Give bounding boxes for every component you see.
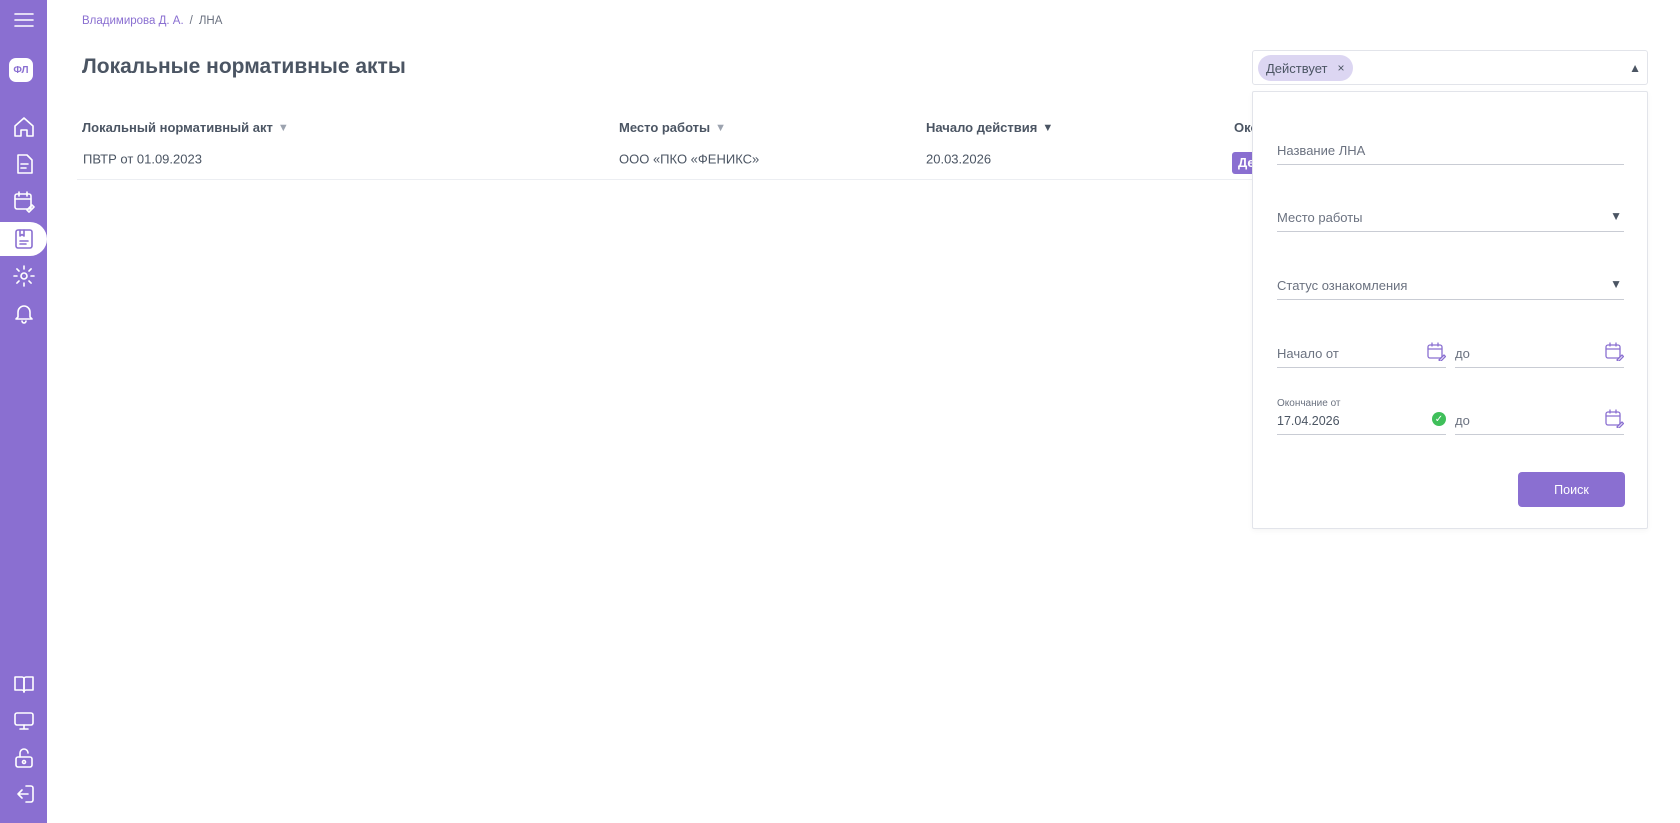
end-to-label: до [1455,413,1470,428]
page-title: Локальные нормативные акты [82,55,406,78]
chevron-down-icon[interactable]: ▼ [1610,209,1622,223]
acknowledgement-status-label: Статус ознакомления [1277,278,1408,293]
menu-icon[interactable] [0,2,47,38]
filter-panel: Место работы ▼ Статус ознакомления ▼ Нач… [1252,91,1648,529]
monitor-icon[interactable] [0,703,47,739]
chevron-down-icon[interactable]: ▼ [1610,277,1622,291]
search-button[interactable]: Поиск [1518,472,1625,507]
home-icon[interactable] [0,109,47,145]
cell-start: 20.03.2026 [926,151,992,167]
sort-down-icon: ▼ [715,121,727,134]
sort-down-icon: ▼ [277,121,289,134]
calendar-edit-icon[interactable] [0,183,47,219]
column-header-act[interactable]: Локальный нормативный акт ▼ [82,120,289,135]
end-to-field[interactable]: до [1455,401,1625,435]
name-field[interactable] [1277,131,1624,165]
end-from-value[interactable]: 17.04.2026 [1277,414,1340,428]
sort-down-icon: ▼ [1042,121,1054,134]
calendar-icon[interactable] [1604,408,1625,430]
column-header-label: Место работы [619,120,711,135]
bell-icon[interactable] [0,295,47,331]
calendar-icon[interactable] [1604,341,1625,363]
start-from-label: Начало от [1277,346,1339,361]
cell-workplace: ООО «ПКО «ФЕНИКС» [619,151,760,167]
chevron-up-icon[interactable]: ▲ [1629,61,1641,75]
start-from-field[interactable]: Начало от [1277,334,1447,368]
close-icon[interactable]: × [1337,61,1344,75]
logout-icon[interactable] [0,776,47,812]
start-to-label: до [1455,346,1470,361]
workplace-select-label: Место работы [1277,210,1363,225]
status-tag-label: Действует [1266,60,1328,76]
status-filter-select[interactable]: Действует × ▲ [1252,50,1648,85]
avatar[interactable]: ФЛ [9,58,33,82]
book-icon[interactable] [0,666,47,702]
breadcrumb-current: ЛНА [198,15,223,27]
lock-icon[interactable] [0,740,47,776]
column-header-workplace[interactable]: Место работы ▼ [619,120,726,135]
calendar-icon[interactable] [1426,341,1447,363]
documents-icon[interactable] [0,146,47,182]
acts-table: Локальный нормативный акт ▼ Место работы… [77,112,1258,180]
column-header-label: Начало действия [926,120,1038,135]
settings-icon[interactable] [0,258,47,294]
local-acts-icon[interactable] [0,221,47,257]
column-header-start[interactable]: Начало действия ▼ [926,120,1053,135]
sidebar: ФЛ [0,0,47,823]
cell-act[interactable]: ПВТР от 01.09.2023 [83,152,202,167]
breadcrumb: Владимирова Д. А. / ЛНА [82,15,222,27]
workplace-select[interactable]: Место работы ▼ [1277,198,1624,232]
table-row[interactable]: ПВТР от 01.09.2023 ООО «ПКО «ФЕНИКС» 20.… [77,144,1257,180]
acknowledgement-status-select[interactable]: Статус ознакомления ▼ [1277,266,1624,300]
start-to-field[interactable]: до [1455,334,1625,368]
end-from-field[interactable]: Окончание от 17.04.2026 ✓ [1277,398,1446,435]
check-icon: ✓ [1432,412,1446,426]
breadcrumb-user-link[interactable]: Владимирова Д. А. [82,15,184,27]
column-header-label: Локальный нормативный акт [82,120,273,135]
table-header: Локальный нормативный акт ▼ Место работы… [77,112,1258,144]
status-tag: Действует × [1258,55,1353,81]
name-input[interactable] [1277,143,1624,158]
breadcrumb-separator: / [189,15,193,27]
end-from-label: Окончание от [1277,398,1341,409]
